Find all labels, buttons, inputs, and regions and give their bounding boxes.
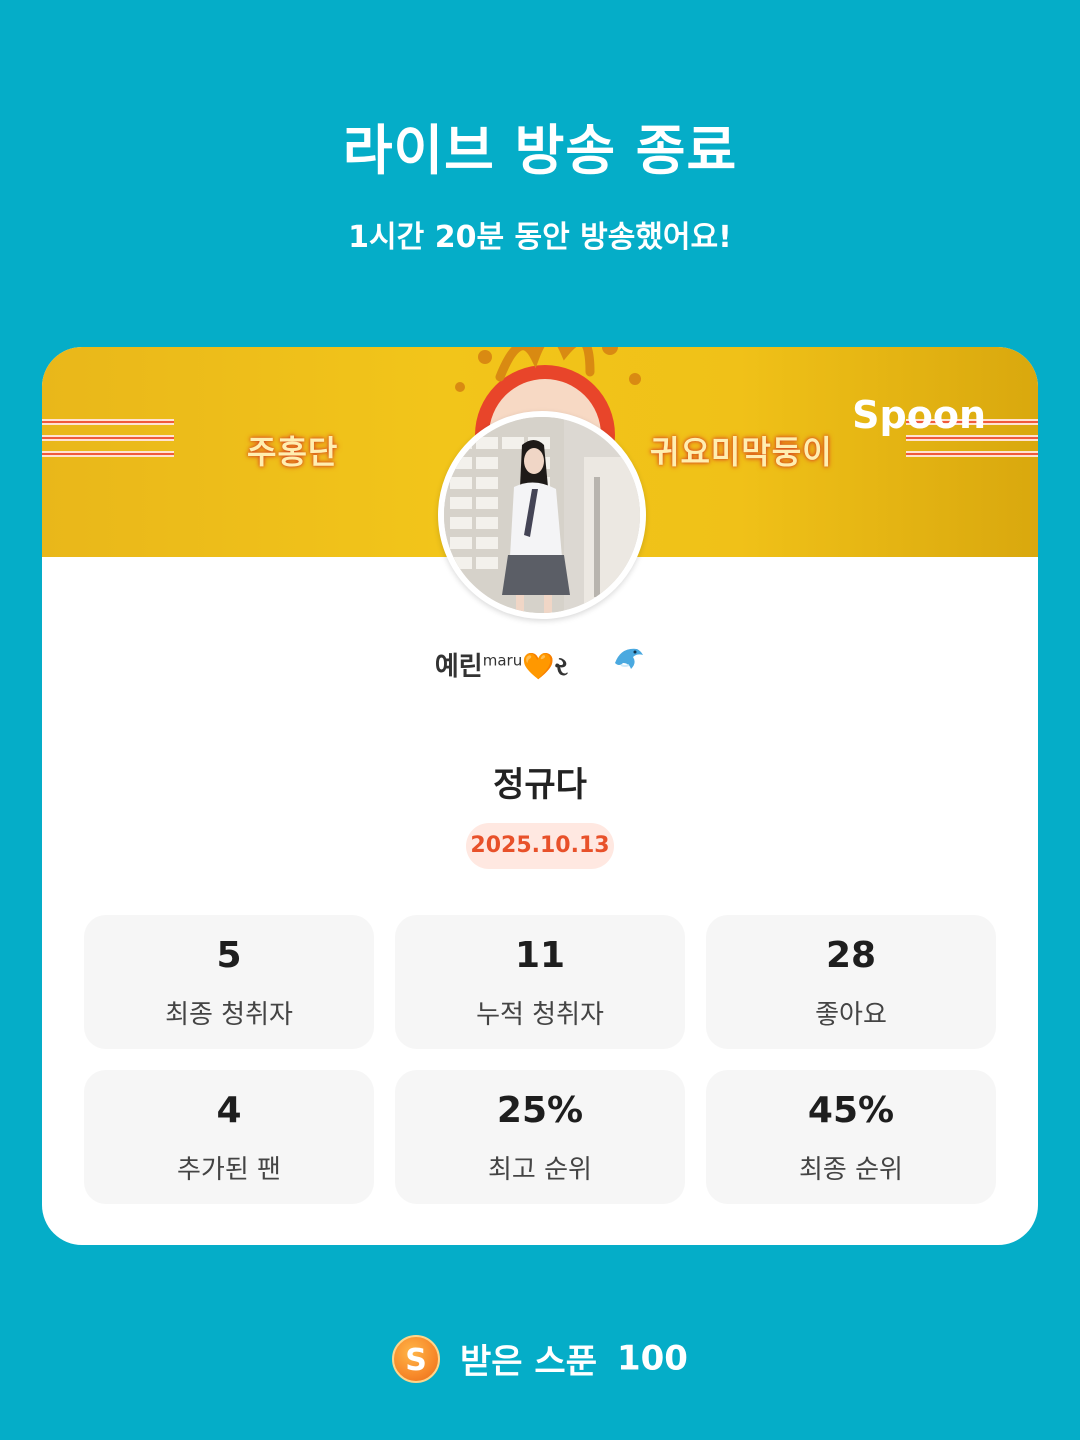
stat-label: 누적 청취자 (476, 1000, 604, 1030)
spoon-logo: Spoon (852, 393, 986, 437)
stat-value: 28 (825, 935, 877, 976)
stat-label: 추가된 팬 (177, 1155, 281, 1185)
nickname-text: 예린 (434, 652, 483, 682)
stat-final-rank: 45% 최종 순위 (706, 1070, 996, 1204)
stat-best-rank: 25% 최고 순위 (395, 1070, 685, 1204)
stat-new-fans: 4 추가된 팬 (84, 1070, 374, 1204)
received-spoons-count: 100 (616, 1338, 688, 1379)
avatar (438, 411, 646, 619)
spoon-coin-icon: S (392, 1334, 441, 1383)
received-spoons-label: 받은 스푼 (460, 1342, 597, 1382)
avatar-photo (444, 417, 640, 613)
stat-total-listeners: 11 누적 청취자 (395, 915, 685, 1049)
stat-likes: 28 좋아요 (706, 915, 996, 1049)
stat-value: 11 (514, 935, 566, 976)
stat-value: 45% (807, 1090, 895, 1131)
received-spoons: S 받은 스푼 100 (0, 1334, 1080, 1383)
broadcast-end-screen: 라이브 방송 종료 1시간 20분 동안 방송했어요! 주홍단 귀요미막둥이 S… (0, 0, 1080, 1440)
banner-right-text: 귀요미막둥이 (650, 433, 833, 471)
stat-value: 5 (216, 935, 242, 976)
nickname-sup: maru (482, 651, 523, 670)
dolphin-icon (611, 641, 645, 683)
broadcast-duration: 1시간 20분 동안 방송했어요! (348, 220, 732, 255)
broadcast-title: 정규다 (493, 765, 587, 805)
host-nickname: 예린maru🧡ર (42, 641, 1038, 683)
broadcast-date: 2025.10.13 (466, 823, 614, 869)
banner-stripes-left (42, 419, 174, 473)
stat-label: 최종 청취자 (165, 1000, 293, 1030)
summary-card: 주홍단 귀요미막둥이 Spoon 예린maru🧡ર 정규다 2025.10.13… (42, 347, 1038, 1245)
stat-value: 25% (496, 1090, 584, 1131)
stat-final-listeners: 5 최종 청취자 (84, 915, 374, 1049)
stat-label: 최종 순위 (799, 1155, 903, 1185)
stat-label: 좋아요 (815, 1000, 887, 1030)
stat-label: 최고 순위 (488, 1155, 592, 1185)
banner-left-text: 주홍단 (247, 433, 339, 471)
page-title: 라이브 방송 종료 (342, 119, 738, 182)
nickname-suffix: 🧡ર (522, 652, 569, 682)
stat-value: 4 (216, 1090, 242, 1131)
